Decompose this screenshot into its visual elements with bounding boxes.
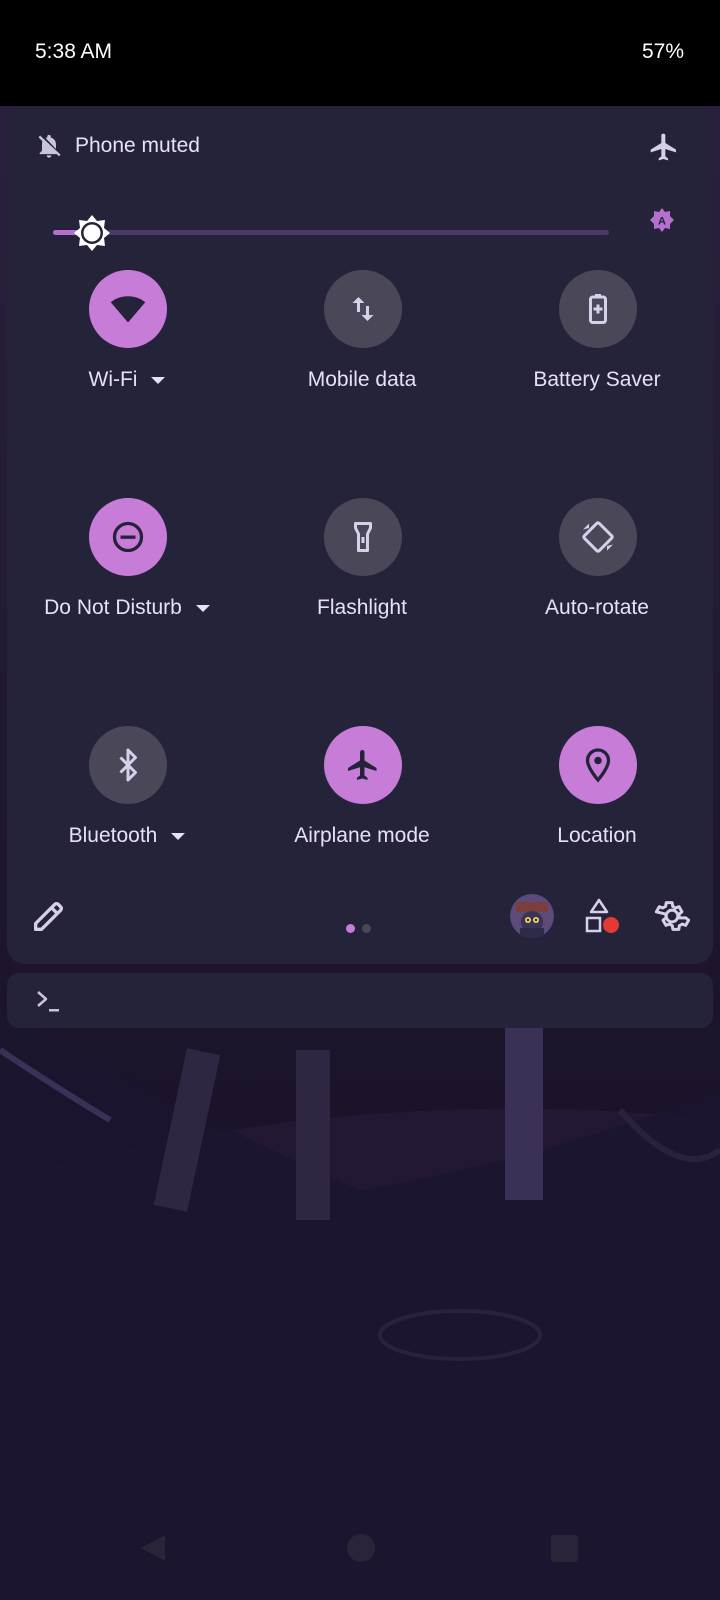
tile-airplane-mode[interactable]: Airplane mode — [257, 726, 467, 876]
bluetooth-toggle[interactable] — [89, 726, 167, 804]
flashlight-toggle[interactable] — [324, 498, 402, 576]
ringer-status[interactable]: Phone muted — [35, 129, 200, 163]
mobile-data-toggle[interactable] — [324, 270, 402, 348]
tile-do-not-disturb[interactable]: Do Not Disturb — [22, 498, 232, 648]
terminal-icon — [37, 991, 59, 1012]
recents-button[interactable] — [551, 1535, 578, 1562]
location-icon — [585, 748, 611, 783]
airplane-mode-toggle[interactable] — [324, 726, 402, 804]
do-not-disturb-toggle[interactable] — [89, 498, 167, 576]
status-bar: 5:38 AM 57% — [0, 0, 720, 106]
auto-rotate-toggle[interactable] — [559, 498, 637, 576]
battery-saver-toggle[interactable] — [559, 270, 637, 348]
settings-icon[interactable] — [652, 896, 692, 936]
page-dot-active — [346, 924, 355, 933]
auto-brightness-icon[interactable]: A — [649, 207, 675, 233]
wifi-icon — [110, 296, 146, 323]
quick-settings-footer — [7, 882, 713, 962]
quick-settings-panel: Phone muted A Wi-Fi Mobile data Battery … — [7, 107, 713, 964]
bell-off-icon — [38, 134, 61, 158]
tile-label: Do Not Disturb — [44, 596, 182, 619]
chevron-down-icon[interactable] — [171, 832, 186, 840]
wifi-toggle[interactable] — [89, 270, 167, 348]
status-time: 5:38 AM — [35, 40, 113, 63]
home-button[interactable] — [347, 1534, 375, 1562]
page-indicator — [346, 920, 378, 938]
tile-label: Airplane mode — [294, 824, 430, 847]
tile-auto-rotate[interactable]: Auto-rotate — [492, 498, 702, 648]
page-dot — [362, 924, 371, 933]
battery-saver-icon — [589, 294, 607, 324]
bluetooth-icon — [119, 748, 137, 782]
airplane-icon — [348, 750, 377, 780]
tile-battery-saver[interactable]: Battery Saver — [492, 270, 702, 420]
back-icon[interactable] — [139, 1533, 169, 1563]
user-avatar[interactable] — [510, 894, 554, 938]
tile-label: Auto-rotate — [545, 596, 649, 619]
do-not-disturb-icon — [112, 521, 144, 553]
battery-percentage: 57% — [641, 40, 684, 63]
tile-flashlight[interactable]: Flashlight — [257, 498, 467, 648]
edit-icon[interactable] — [29, 896, 69, 936]
location-toggle[interactable] — [559, 726, 637, 804]
tile-label: Mobile data — [307, 368, 417, 391]
tile-label: Location — [557, 824, 637, 847]
brightness-track — [53, 230, 609, 235]
svg-text:A: A — [658, 216, 666, 228]
tile-bluetooth[interactable]: Bluetooth — [22, 726, 232, 876]
terminal-notification[interactable] — [7, 973, 713, 1028]
tile-mobile-data[interactable]: Mobile data — [257, 270, 467, 420]
mobile-data-icon — [352, 297, 374, 321]
tile-location[interactable]: Location — [492, 726, 702, 876]
tile-label: Wi-Fi — [88, 368, 138, 391]
flashlight-icon — [354, 522, 372, 552]
airplane-icon[interactable] — [648, 131, 680, 163]
tile-label: Flashlight — [317, 596, 407, 619]
auto-rotate-icon — [582, 521, 614, 553]
chevron-down-icon[interactable] — [151, 376, 166, 384]
tile-label: Bluetooth — [68, 824, 158, 847]
ringer-status-label: Phone muted — [75, 134, 200, 157]
brightness-thumb-icon[interactable] — [72, 213, 112, 253]
tile-wifi[interactable]: Wi-Fi — [22, 270, 232, 420]
brightness-slider[interactable] — [53, 213, 609, 253]
shapes-icon[interactable] — [581, 896, 623, 938]
navigation-bar — [0, 1520, 720, 1600]
chevron-down-icon[interactable] — [195, 604, 210, 612]
tile-label: Battery Saver — [533, 368, 661, 391]
